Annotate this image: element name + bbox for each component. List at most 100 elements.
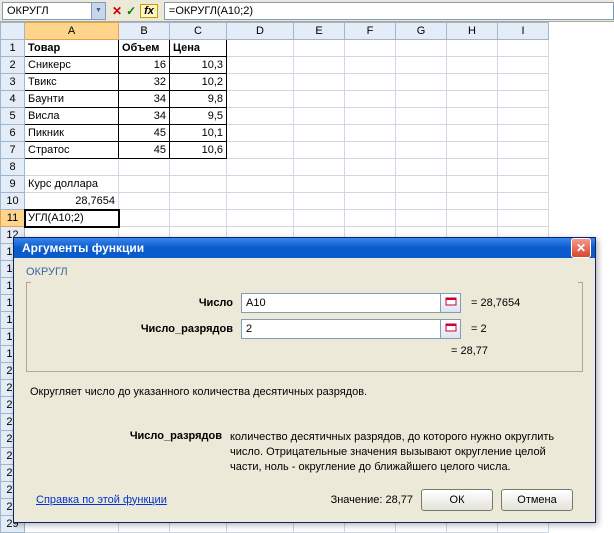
collapse-dialog-icon[interactable] xyxy=(441,319,461,339)
cancel-button[interactable]: Отмена xyxy=(501,489,573,511)
cell-E10[interactable] xyxy=(294,193,345,210)
row-header-3[interactable]: 3 xyxy=(1,74,25,91)
cell-C3[interactable]: 10,2 xyxy=(170,74,227,91)
cell-C4[interactable]: 9,8 xyxy=(170,91,227,108)
cell-H6[interactable] xyxy=(447,125,498,142)
cell-B7[interactable]: 45 xyxy=(119,142,170,159)
cancel-formula-icon[interactable]: ✕ xyxy=(112,4,122,18)
cell-B6[interactable]: 45 xyxy=(119,125,170,142)
cell-I6[interactable] xyxy=(498,125,549,142)
cell-B11[interactable] xyxy=(119,210,170,227)
cell-G4[interactable] xyxy=(396,91,447,108)
cell-H8[interactable] xyxy=(447,159,498,176)
row-header-11[interactable]: 11 xyxy=(1,210,25,227)
cell-H9[interactable] xyxy=(447,176,498,193)
cell-F9[interactable] xyxy=(345,176,396,193)
cell-D10[interactable] xyxy=(227,193,294,210)
cell-H5[interactable] xyxy=(447,108,498,125)
cell-E2[interactable] xyxy=(294,57,345,74)
cell-I4[interactable] xyxy=(498,91,549,108)
cell-B2[interactable]: 16 xyxy=(119,57,170,74)
row-header-9[interactable]: 9 xyxy=(1,176,25,193)
cell-G9[interactable] xyxy=(396,176,447,193)
col-header-F[interactable]: F xyxy=(345,23,396,40)
cell-G1[interactable] xyxy=(396,40,447,57)
ok-button[interactable]: ОК xyxy=(421,489,493,511)
cell-B3[interactable]: 32 xyxy=(119,74,170,91)
cell-E11[interactable] xyxy=(294,210,345,227)
cell-A6[interactable]: Пикник xyxy=(25,125,119,142)
arg2-input[interactable] xyxy=(241,319,441,339)
cell-F5[interactable] xyxy=(345,108,396,125)
cell-H4[interactable] xyxy=(447,91,498,108)
cell-G7[interactable] xyxy=(396,142,447,159)
row-header-6[interactable]: 6 xyxy=(1,125,25,142)
dialog-titlebar[interactable]: Аргументы функции ✕ xyxy=(14,238,595,258)
cell-F2[interactable] xyxy=(345,57,396,74)
cell-H1[interactable] xyxy=(447,40,498,57)
cell-A4[interactable]: Баунти xyxy=(25,91,119,108)
cell-F4[interactable] xyxy=(345,91,396,108)
cell-D11[interactable] xyxy=(227,210,294,227)
cell-F3[interactable] xyxy=(345,74,396,91)
cell-D6[interactable] xyxy=(227,125,294,142)
close-icon[interactable]: ✕ xyxy=(571,238,591,258)
cell-F10[interactable] xyxy=(345,193,396,210)
col-header-E[interactable]: E xyxy=(294,23,345,40)
cell-B1[interactable]: Объем xyxy=(119,40,170,57)
cell-I5[interactable] xyxy=(498,108,549,125)
cell-A11[interactable]: УГЛ(A10;2) xyxy=(25,210,119,227)
cell-D2[interactable] xyxy=(227,57,294,74)
col-header-D[interactable]: D xyxy=(227,23,294,40)
cell-E9[interactable] xyxy=(294,176,345,193)
cell-C10[interactable] xyxy=(170,193,227,210)
col-header-B[interactable]: B xyxy=(119,23,170,40)
cell-D3[interactable] xyxy=(227,74,294,91)
select-all-corner[interactable] xyxy=(1,23,25,40)
cell-G8[interactable] xyxy=(396,159,447,176)
cell-E5[interactable] xyxy=(294,108,345,125)
cell-B10[interactable] xyxy=(119,193,170,210)
cell-F1[interactable] xyxy=(345,40,396,57)
cell-G5[interactable] xyxy=(396,108,447,125)
confirm-formula-icon[interactable]: ✓ xyxy=(126,4,136,18)
cell-A1[interactable]: Товар xyxy=(25,40,119,57)
col-header-I[interactable]: I xyxy=(498,23,549,40)
cell-H2[interactable] xyxy=(447,57,498,74)
col-header-C[interactable]: C xyxy=(170,23,227,40)
cell-C6[interactable]: 10,1 xyxy=(170,125,227,142)
cell-D5[interactable] xyxy=(227,108,294,125)
help-link[interactable]: Справка по этой функции xyxy=(36,494,167,506)
collapse-dialog-icon[interactable] xyxy=(441,293,461,313)
cell-H3[interactable] xyxy=(447,74,498,91)
cell-B8[interactable] xyxy=(119,159,170,176)
cell-E1[interactable] xyxy=(294,40,345,57)
cell-D9[interactable] xyxy=(227,176,294,193)
cell-H11[interactable] xyxy=(447,210,498,227)
cell-D1[interactable] xyxy=(227,40,294,57)
cell-I2[interactable] xyxy=(498,57,549,74)
cell-B5[interactable]: 34 xyxy=(119,108,170,125)
cell-C2[interactable]: 10,3 xyxy=(170,57,227,74)
fx-icon[interactable]: fx xyxy=(140,4,158,18)
cell-C9[interactable] xyxy=(170,176,227,193)
cell-C7[interactable]: 10,6 xyxy=(170,142,227,159)
cell-E7[interactable] xyxy=(294,142,345,159)
cell-I8[interactable] xyxy=(498,159,549,176)
formula-input[interactable]: =ОКРУГЛ(A10;2) xyxy=(164,2,614,20)
cell-A2[interactable]: Сникерс xyxy=(25,57,119,74)
cell-A3[interactable]: Твикс xyxy=(25,74,119,91)
row-header-8[interactable]: 8 xyxy=(1,159,25,176)
cell-D8[interactable] xyxy=(227,159,294,176)
cell-I10[interactable] xyxy=(498,193,549,210)
cell-H10[interactable] xyxy=(447,193,498,210)
name-box-dropdown[interactable]: ▼ xyxy=(92,2,106,20)
cell-E8[interactable] xyxy=(294,159,345,176)
cell-G2[interactable] xyxy=(396,57,447,74)
row-header-1[interactable]: 1 xyxy=(1,40,25,57)
cell-C5[interactable]: 9,5 xyxy=(170,108,227,125)
arg1-input[interactable] xyxy=(241,293,441,313)
cell-G3[interactable] xyxy=(396,74,447,91)
row-header-4[interactable]: 4 xyxy=(1,91,25,108)
cell-F11[interactable] xyxy=(345,210,396,227)
